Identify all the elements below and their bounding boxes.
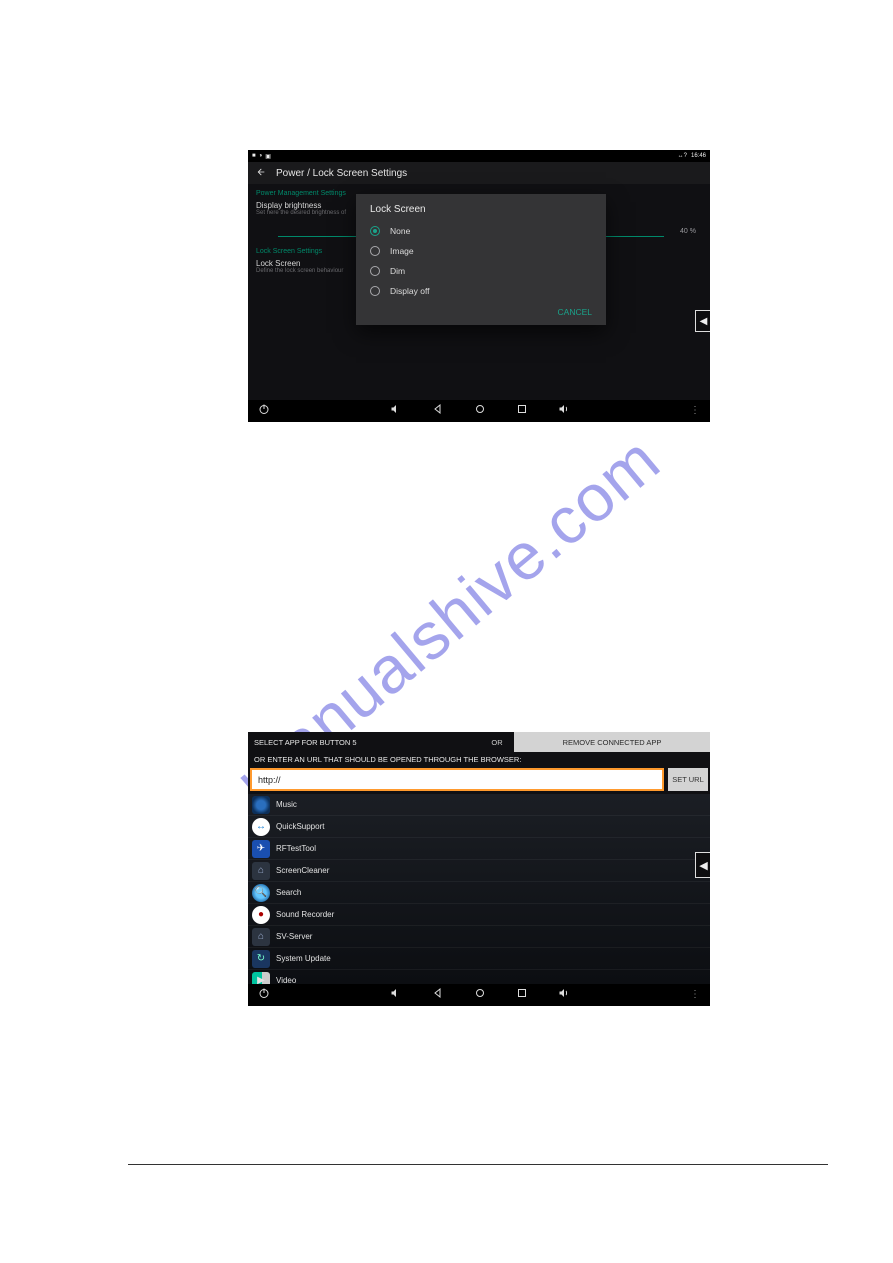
toolbar-title: Power / Lock Screen Settings <box>276 168 407 179</box>
sound-recorder-icon: ● <box>252 906 270 924</box>
list-item[interactable]: ▶ Video <box>248 970 710 984</box>
dialog-title: Lock Screen <box>356 194 606 221</box>
list-item[interactable]: ⌂ ScreenCleaner <box>248 860 710 882</box>
disk-icon: ▣ <box>265 153 271 160</box>
app-label: RFTestTool <box>276 844 316 853</box>
brightness-percent: 40 % <box>680 228 696 235</box>
page-footer-rule <box>128 1164 828 1165</box>
nav-back-icon[interactable] <box>432 986 444 1004</box>
vol-up-icon[interactable] <box>558 986 570 1004</box>
power-icon[interactable] <box>258 986 270 1004</box>
power-icon[interactable] <box>258 402 270 420</box>
radio-icon <box>370 246 380 256</box>
nav-home-icon[interactable] <box>474 986 486 1004</box>
url-input-wrap <box>250 768 664 791</box>
screenshot-app-selector: SELECT APP FOR BUTTON 5 OR REMOVE CONNEC… <box>248 732 710 1006</box>
list-item[interactable]: ● Sound Recorder <box>248 904 710 926</box>
app-label: SV-Server <box>276 932 312 941</box>
app-list[interactable]: Music ↔ QuickSupport ✈ RFTestTool ⌂ Scre… <box>248 794 710 984</box>
video-icon: ▶ <box>252 972 270 985</box>
radio-icon <box>370 226 380 236</box>
radio-label: Image <box>390 246 414 256</box>
android-status-bar: ■ ◑ ▣ ↔? 16:46 <box>248 150 710 162</box>
nav-back-icon[interactable] <box>432 402 444 420</box>
side-drawer-tab[interactable]: ◀ <box>695 310 710 332</box>
nav-more-icon[interactable]: ⋮ <box>690 409 700 413</box>
eye-icon: ◑ <box>259 153 263 160</box>
search-icon: 🔍 <box>252 884 270 902</box>
vol-down-icon[interactable] <box>390 402 402 420</box>
system-update-icon: ↻ <box>252 950 270 968</box>
app-toolbar: Power / Lock Screen Settings <box>248 162 710 184</box>
list-item[interactable]: ↻ System Update <box>248 948 710 970</box>
list-item[interactable]: ↔ QuickSupport <box>248 816 710 838</box>
radio-label: Display off <box>390 286 430 296</box>
selector-header-row: SELECT APP FOR BUTTON 5 OR REMOVE CONNEC… <box>248 732 710 752</box>
nav-recent-icon[interactable] <box>516 402 528 420</box>
nav-recent-icon[interactable] <box>516 986 528 1004</box>
radio-label: None <box>390 226 410 236</box>
android-nav-bar: ⋮ <box>248 984 710 1006</box>
wifi-status-icon: ↔? <box>678 153 687 159</box>
app-label: Video <box>276 976 296 984</box>
radio-icon <box>370 266 380 276</box>
select-app-label: SELECT APP FOR BUTTON 5 <box>248 738 480 747</box>
screencleaner-icon: ⌂ <box>252 862 270 880</box>
teamviewer-icon: ↔ <box>252 818 270 836</box>
rftool-icon: ✈ <box>252 840 270 858</box>
side-drawer-tab[interactable]: ◀ <box>695 852 710 878</box>
or-label: OR <box>480 738 514 747</box>
radio-label: Dim <box>390 266 405 276</box>
cancel-button[interactable]: CANCEL <box>356 301 606 325</box>
square-icon: ■ <box>252 153 256 160</box>
vol-up-icon[interactable] <box>558 402 570 420</box>
nav-home-icon[interactable] <box>474 402 486 420</box>
svserver-icon: ⌂ <box>252 928 270 946</box>
set-url-button[interactable]: SET URL <box>668 768 708 791</box>
lock-screen-dialog: Lock Screen None Image Dim Display off C… <box>356 194 606 325</box>
screenshot-lock-screen-dialog: ■ ◑ ▣ ↔? 16:46 Power / Lock Screen Setti… <box>248 150 710 422</box>
settings-content: Power Management Settings Display bright… <box>248 184 710 400</box>
app-label: Search <box>276 888 301 897</box>
status-right: ↔? 16:46 <box>678 153 706 159</box>
app-label: Sound Recorder <box>276 910 334 919</box>
list-item[interactable]: Music <box>248 794 710 816</box>
radio-option-displayoff[interactable]: Display off <box>356 281 606 301</box>
app-label: QuickSupport <box>276 822 324 831</box>
list-item[interactable]: ✈ RFTestTool <box>248 838 710 860</box>
enter-url-label: OR ENTER AN URL THAT SHOULD BE OPENED TH… <box>248 752 710 768</box>
radio-option-dim[interactable]: Dim <box>356 261 606 281</box>
remove-connected-app-button[interactable]: REMOVE CONNECTED APP <box>514 732 710 752</box>
clock-text: 16:46 <box>691 153 706 159</box>
android-nav-bar: ⋮ <box>248 400 710 422</box>
radio-option-image[interactable]: Image <box>356 241 606 261</box>
app-label: System Update <box>276 954 331 963</box>
url-input[interactable] <box>252 771 662 789</box>
nav-more-icon[interactable]: ⋮ <box>690 993 700 997</box>
radio-icon <box>370 286 380 296</box>
music-icon <box>252 796 270 814</box>
back-arrow-icon[interactable] <box>256 167 266 180</box>
url-row: SET URL <box>248 768 710 794</box>
app-label: ScreenCleaner <box>276 866 329 875</box>
app-label: Music <box>276 800 297 809</box>
status-left-icons: ■ ◑ ▣ <box>252 153 271 160</box>
list-item[interactable]: ⌂ SV-Server <box>248 926 710 948</box>
vol-down-icon[interactable] <box>390 986 402 1004</box>
list-item[interactable]: 🔍 Search <box>248 882 710 904</box>
radio-option-none[interactable]: None <box>356 221 606 241</box>
